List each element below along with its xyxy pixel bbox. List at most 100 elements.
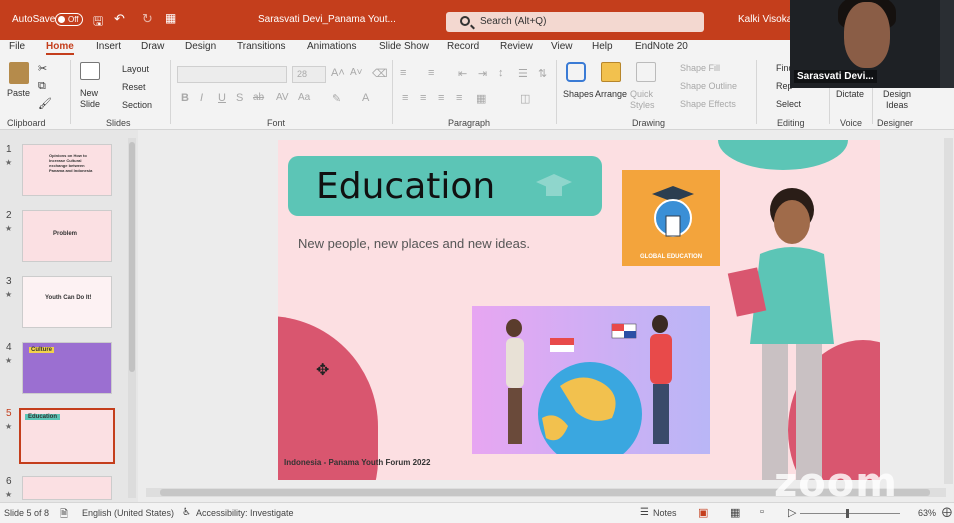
tab-help[interactable]: Help (592, 41, 613, 52)
align-center-icon[interactable]: ≡ (420, 92, 426, 104)
tab-animations[interactable]: Animations (307, 41, 356, 52)
tab-design[interactable]: Design (185, 41, 216, 52)
accessibility-status[interactable]: Accessibility: Investigate (196, 508, 294, 518)
reset-button[interactable]: Reset (122, 82, 146, 92)
slide-thumbnail-1[interactable]: Opinions on How to Increase Cultural exc… (22, 144, 112, 196)
align-left-icon[interactable]: ≡ (402, 92, 408, 104)
bold-icon[interactable]: B (181, 92, 189, 104)
clear-format-icon[interactable]: ⌫ (372, 67, 388, 80)
shape-outline-button[interactable]: Shape Outline (680, 81, 737, 91)
shape-effects-button[interactable]: Shape Effects (680, 99, 736, 109)
section-button[interactable]: Section (122, 100, 152, 110)
line-spacing-icon[interactable]: ↕ (498, 67, 504, 79)
justify-icon[interactable]: ≡ (456, 92, 462, 104)
undo-icon[interactable]: ↶ (114, 11, 125, 27)
text-direction-icon[interactable]: ⇅ (538, 67, 547, 80)
normal-view-icon[interactable]: ▣ (698, 506, 708, 519)
change-case-icon[interactable]: Aa (298, 92, 310, 103)
fit-slide-icon[interactable]: ⨁ (942, 507, 952, 518)
bullets-icon[interactable]: ≡ (400, 67, 406, 79)
arrange-icon[interactable] (601, 62, 621, 82)
highlight-icon[interactable]: ✎ (332, 92, 341, 105)
increase-indent-icon[interactable]: ⇥ (478, 67, 487, 80)
tab-record[interactable]: Record (447, 41, 479, 52)
tab-transitions[interactable]: Transitions (237, 41, 286, 52)
arrange-button[interactable]: Arrange (595, 89, 627, 99)
shapes-button[interactable]: Shapes (563, 89, 594, 99)
thumbnail-scrollbar[interactable] (128, 138, 136, 498)
redo-icon[interactable]: ↻ (142, 11, 153, 27)
tab-review[interactable]: Review (500, 41, 533, 52)
slide-sorter-icon[interactable]: ▦ (730, 506, 740, 519)
tab-slide-show[interactable]: Slide Show (379, 41, 429, 52)
font-family-input[interactable] (177, 66, 287, 83)
quick-styles-icon[interactable] (636, 62, 656, 82)
quick-styles-button[interactable]: Quick Styles (630, 89, 664, 111)
save-icon[interactable]: 🖫 (93, 12, 103, 33)
shapes-icon[interactable] (566, 62, 586, 82)
notes-button[interactable]: Notes (653, 508, 677, 518)
smartart-icon[interactable]: ◫ (520, 92, 530, 105)
shadow-icon[interactable]: S (236, 92, 243, 104)
font-color-icon[interactable]: A (362, 92, 369, 104)
numbering-icon[interactable]: ≡ (428, 67, 434, 79)
canvas-vertical-scrollbar[interactable] (944, 138, 953, 484)
slide-thumbnail-2[interactable]: Problem (22, 210, 112, 262)
tab-home[interactable]: Home (46, 41, 74, 55)
decrease-font-icon[interactable]: A˅ (350, 67, 363, 78)
format-painter-icon[interactable]: 🖌 (38, 97, 52, 110)
slide-counter[interactable]: Slide 5 of 8 (4, 508, 49, 518)
zoom-slider-knob[interactable] (846, 509, 849, 518)
accessibility-icon[interactable]: ♿ (182, 507, 191, 518)
user-name[interactable]: Kalki Visoka (738, 14, 792, 25)
paste-button[interactable]: Paste (7, 88, 30, 98)
presenter-icon[interactable]: ▦ (165, 11, 176, 25)
slide-thumbnail-6[interactable] (22, 476, 112, 500)
layout-button[interactable]: Layout (122, 64, 149, 74)
zoom-slider[interactable] (800, 513, 900, 514)
select-button[interactable]: Select (776, 99, 801, 109)
travel-illustration[interactable] (472, 306, 710, 466)
align-right-icon[interactable]: ≡ (438, 92, 444, 104)
student-illustration[interactable] (722, 184, 862, 480)
paste-icon[interactable] (9, 62, 29, 84)
shape-fill-button[interactable]: Shape Fill (680, 63, 720, 73)
strikethrough-icon[interactable]: ab (253, 92, 264, 103)
columns-icon[interactable]: ☰ (518, 67, 528, 80)
video-tile[interactable]: Sarasvati Devi... (790, 0, 940, 88)
tab-file[interactable]: File (9, 41, 25, 52)
global-education-image[interactable]: GLOBAL EDUCATION (622, 170, 720, 266)
slide-canvas[interactable]: Education New people, new places and new… (278, 140, 880, 480)
align-text-icon[interactable]: ▦ (476, 92, 486, 105)
reading-view-icon[interactable]: ▫ (760, 506, 764, 518)
slide-title[interactable]: Education (316, 166, 495, 207)
tab-draw[interactable]: Draw (141, 41, 164, 52)
zoom-level[interactable]: 63% (918, 508, 936, 518)
scroll-thumb[interactable] (129, 142, 135, 372)
tab-view[interactable]: View (551, 41, 573, 52)
slideshow-view-icon[interactable]: ▷ (788, 506, 796, 519)
tab-insert[interactable]: Insert (96, 41, 121, 52)
new-slide-button[interactable]: New Slide (80, 88, 106, 110)
underline-icon[interactable]: U (218, 92, 226, 104)
slide-thumbnail-4[interactable]: Culture (22, 342, 112, 394)
autosave-toggle[interactable]: Off (55, 13, 83, 26)
char-spacing-icon[interactable]: AV (276, 92, 289, 103)
font-size-input[interactable]: 28 (292, 66, 326, 83)
italic-icon[interactable]: I (200, 92, 203, 104)
slide-body-text[interactable]: New people, new places and new ideas. (298, 236, 538, 252)
title-banner[interactable]: Education (288, 156, 602, 216)
decrease-indent-icon[interactable]: ⇤ (458, 67, 467, 80)
language-indicator[interactable]: English (United States) (82, 508, 174, 518)
new-slide-icon[interactable] (80, 62, 100, 80)
slide-thumbnail-5[interactable]: Education (19, 408, 115, 464)
notes-icon[interactable]: ☰ (640, 507, 649, 518)
copy-icon[interactable]: ⧉ (38, 80, 46, 93)
cut-icon[interactable]: ✂ (38, 62, 47, 75)
spellcheck-icon[interactable]: 🗎 (60, 507, 68, 523)
design-ideas-button[interactable]: Design Ideas (880, 89, 914, 111)
increase-font-icon[interactable]: A˄ (331, 67, 345, 79)
slide-footer[interactable]: Indonesia - Panama Youth Forum 2022 (284, 458, 430, 467)
dictate-button[interactable]: Dictate (836, 89, 864, 99)
search-input[interactable]: Search (Alt+Q) (446, 12, 704, 32)
